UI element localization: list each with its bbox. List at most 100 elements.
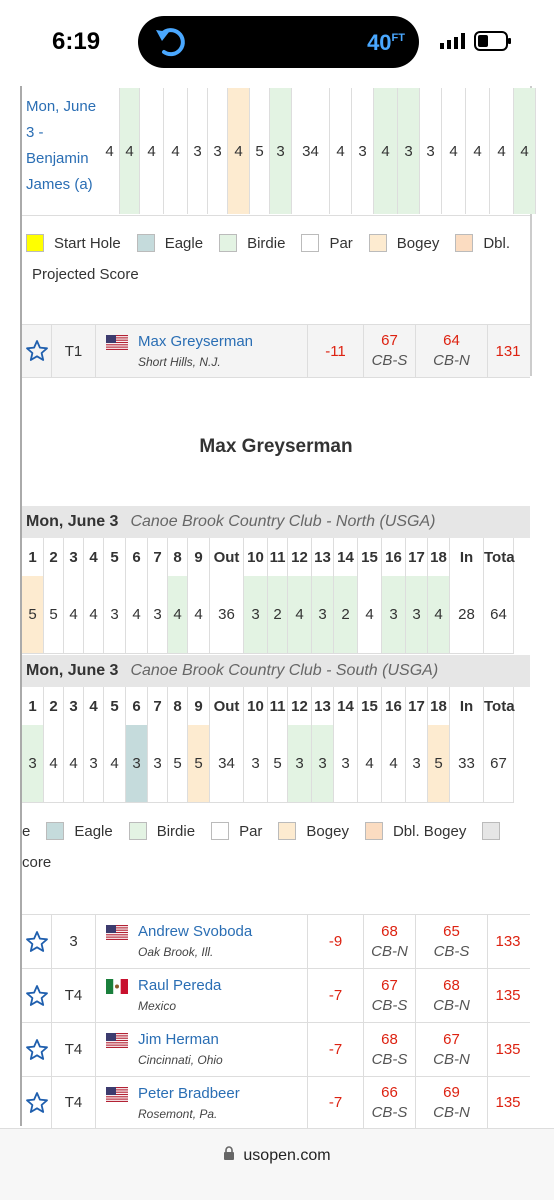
mexico-flag-icon xyxy=(106,979,128,994)
leaderboard-row[interactable]: T4 Jim Herman Cincinnati, Ohio -7 68 CB-S 67 CB… xyxy=(22,1022,530,1076)
star-icon xyxy=(25,1038,48,1060)
legend-label: Dbl. Bogey xyxy=(392,822,467,840)
hole-score: 4 xyxy=(358,725,382,802)
score-cell: 4 xyxy=(330,88,352,214)
projected-score-text: core xyxy=(22,854,52,871)
hole-number: 6 xyxy=(126,687,148,725)
legend-item: Dbl. xyxy=(455,234,510,252)
hole-score: 3 xyxy=(334,725,358,802)
hole-number: 9 xyxy=(188,538,210,576)
player-cell[interactable]: Peter Bradbeer Rosemont, Pa. xyxy=(96,1077,308,1128)
player-cell[interactable]: Max Greyserman Short Hills, N.J. xyxy=(96,325,308,377)
hole-score: 4 xyxy=(382,725,406,802)
player-hometown: Mexico xyxy=(138,999,177,1013)
player-cell[interactable]: Jim Herman Cincinnati, Ohio xyxy=(96,1023,308,1076)
url-display[interactable]: usopen.com xyxy=(0,1146,554,1165)
hole-score: 4 xyxy=(168,576,188,653)
score-cell: 4 xyxy=(228,88,250,214)
player-name-link[interactable]: Peter Bradbeer xyxy=(138,1085,240,1102)
hole-score: 67 xyxy=(484,725,514,802)
partial-score-row: 4 4 4 4 3 3 4 5 3 34 4 3 4 3 3 4 4 4 4 xyxy=(100,88,536,214)
leaderboard-row[interactable]: 3 Andrew Svoboda Oak Brook, Ill. -9 68 CB-N 65… xyxy=(22,914,530,968)
position: T4 xyxy=(52,1023,96,1076)
round-score: 67 xyxy=(381,976,398,994)
player-cell[interactable]: Raul Pereda Mexico xyxy=(96,969,308,1022)
legend-label: Bogey xyxy=(396,234,440,252)
round-2-score: 68 CB-N xyxy=(416,969,488,1022)
player-name-link[interactable]: Jim Herman xyxy=(138,1031,219,1048)
hole-score: 2 xyxy=(334,576,358,653)
player-cell[interactable]: Andrew Svoboda Oak Brook, Ill. xyxy=(96,915,308,968)
star-icon xyxy=(25,340,48,361)
hole-number: Out xyxy=(210,687,244,725)
favorite-star-button[interactable] xyxy=(22,969,52,1022)
hole-number: 7 xyxy=(148,687,168,725)
hole-score: 5 xyxy=(22,576,44,653)
total-score: 135 xyxy=(495,1041,521,1058)
legend-swatch xyxy=(482,822,501,840)
legend-item: Birdie xyxy=(128,822,196,840)
score-cell: 4 xyxy=(442,88,466,214)
hole-score: 33 xyxy=(450,725,484,802)
legend-item: Par xyxy=(301,234,353,252)
legend-swatch xyxy=(364,822,383,840)
round-2-score: 67 CB-N xyxy=(416,1023,488,1076)
to-par: -7 xyxy=(308,1077,364,1128)
round-course-code: CB-S xyxy=(371,352,408,369)
hole-score: 3 xyxy=(126,725,148,802)
legend-swatch xyxy=(26,234,44,252)
hole-score: 4 xyxy=(126,576,148,653)
round-1-score: 68 CB-N xyxy=(364,915,416,968)
legend-item: Eagle xyxy=(46,822,113,840)
round-course-code: CB-N xyxy=(371,942,408,960)
hole-score: 3 xyxy=(406,725,428,802)
dynamic-island[interactable]: 40FT xyxy=(138,16,419,68)
player-hometown: Rosemont, Pa. xyxy=(138,1107,218,1121)
projected-score-text: Projected Score xyxy=(32,266,139,283)
player-hometown: Oak Brook, Ill. xyxy=(138,945,214,959)
undo-arrow-icon xyxy=(156,28,185,57)
expanded-player-title: Max Greyserman xyxy=(199,436,353,457)
hole-scores-row: 5 5 4 4 3 4 3 4 4 36 3 2 4 3 2 4 3 3 4 28 64 xyxy=(22,576,514,654)
star-icon xyxy=(25,1091,48,1113)
browser-address-bar[interactable]: usopen.com xyxy=(0,1128,554,1200)
player-name-link[interactable]: Andrew Svoboda xyxy=(138,923,252,940)
legend-label: Birdie xyxy=(156,822,196,840)
leaderboard-row[interactable]: T4 Raul Pereda Mexico -7 67 CB-S 68 CB-N 135 xyxy=(22,968,530,1022)
round-header-north: Mon, June 3 Canoe Brook Country Club - N… xyxy=(22,506,530,538)
to-par: -7 xyxy=(308,1023,364,1076)
hole-number: Out xyxy=(210,538,244,576)
hole-score: 36 xyxy=(210,576,244,653)
clock: 6:19 xyxy=(52,28,101,55)
score-cell: 4 xyxy=(466,88,490,214)
leaderboard-row[interactable]: T4 Peter Bradbeer Rosemont, Pa. -7 66 CB-S 69 C… xyxy=(22,1076,530,1128)
hole-score: 5 xyxy=(168,725,188,802)
hole-number: 8 xyxy=(168,687,188,725)
hole-number: 8 xyxy=(168,538,188,576)
round-date: Mon, June 3 xyxy=(26,513,119,530)
position: T4 xyxy=(52,1077,96,1128)
round-score: 65 xyxy=(443,922,460,940)
leaderboard-row[interactable]: T1 Max Greyserman Short Hills, N.J. -11 67 CB… xyxy=(22,324,530,378)
score-cell: 3 xyxy=(398,88,420,214)
legend-label: Par xyxy=(329,234,353,252)
favorite-star-button[interactable] xyxy=(22,325,52,377)
round-2-score: 69 CB-N xyxy=(416,1077,488,1128)
legend-swatch xyxy=(128,822,147,840)
favorite-star-button[interactable] xyxy=(22,915,52,968)
favorite-star-button[interactable] xyxy=(22,1023,52,1076)
hole-score: 3 xyxy=(312,725,334,802)
hole-score: 3 xyxy=(148,725,168,802)
hole-number: 12 xyxy=(288,538,312,576)
favorite-star-button[interactable] xyxy=(22,1077,52,1128)
hole-score: 3 xyxy=(312,576,334,653)
round-player-date[interactable]: Mon, June 3 - Benjamin James (a) xyxy=(26,94,102,198)
player-name-link[interactable]: Raul Pereda xyxy=(138,977,221,994)
round-course-code: CB-N xyxy=(433,352,470,369)
to-par: -7 xyxy=(308,969,364,1022)
player-name-link[interactable]: Max Greyserman xyxy=(138,333,253,350)
hole-number: 14 xyxy=(334,538,358,576)
to-par: -9 xyxy=(308,915,364,968)
hole-score: 3 xyxy=(84,725,104,802)
round-course-code: CB-S xyxy=(433,942,470,960)
